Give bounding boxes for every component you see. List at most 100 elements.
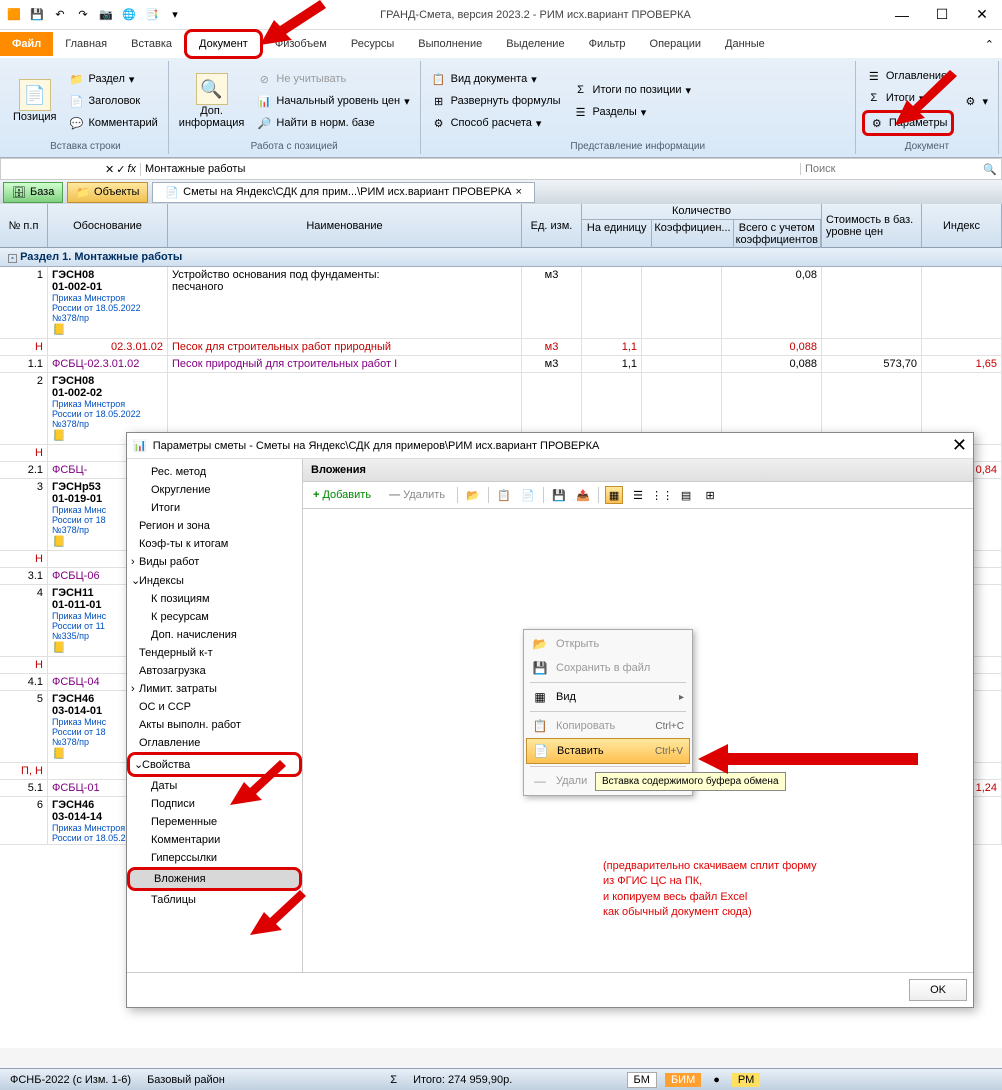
col-qty[interactable]: Количество На единицу Коэффициен... Всег… [582,204,822,247]
accept-formula-icon[interactable]: ✓ [116,163,125,176]
kommentariy-button[interactable]: 💬Комментарий [65,113,162,133]
db-icon[interactable]: 📑 [143,6,161,24]
col-basis[interactable]: Обоснование [48,204,168,247]
search-input[interactable] [805,163,983,175]
tab-document[interactable]: Документ [184,29,263,59]
sb-pm[interactable]: РМ [732,1073,760,1087]
tab-main[interactable]: Главная [53,32,119,56]
data-row[interactable]: 1 ГЭСН08 01-002-01Приказ Минстроя России… [0,267,1002,339]
dialog-tree[interactable]: Рес. метод Округление Итоги Регион и зон… [127,459,303,972]
data-row[interactable]: 1.1 ФСБЦ-02.3.01.02 Песок природный для … [0,356,1002,373]
tree-tablicy[interactable]: Таблицы [127,891,302,909]
view-small-icon[interactable]: ⋮⋮ [653,486,671,504]
ok-button[interactable]: OK [909,979,967,1001]
sb-region[interactable]: Базовый район [143,1074,229,1086]
ribbon-collapse-icon[interactable]: ⌃ [977,38,1002,51]
data-row[interactable]: Н 02.3.01.02 Песок для строительных рабо… [0,339,1002,356]
col-num[interactable]: № п.п [0,204,48,247]
tree-os-ssr[interactable]: ОС и ССР [127,698,302,716]
tree-itogi[interactable]: Итоги [127,499,302,517]
grand-logo-icon[interactable]: 🟧 [5,6,23,24]
qat-dropdown-icon[interactable]: ▾ [166,6,184,24]
save-icon[interactable]: 💾 [28,6,46,24]
delete-button[interactable]: — Удалить [383,487,451,503]
tree-koef[interactable]: Коэф-ты к итогам [127,535,302,553]
view-detail-icon[interactable]: ▤ [677,486,695,504]
tree-limit[interactable]: Лимит. затраты [127,680,302,698]
itogi-button[interactable]: ΣИтоги ▾ [862,88,955,108]
copy-icon[interactable]: 📋 [495,486,513,504]
tree-okruglenie[interactable]: Округление [127,481,302,499]
tab-operations[interactable]: Операции [638,32,713,56]
nach-uroven-button[interactable]: 📊Начальный уровень цен ▾ [252,91,413,111]
tab-data[interactable]: Данные [713,32,777,56]
tree-dop-nach[interactable]: Доп. начисления [127,626,302,644]
attachments-area[interactable]: 📂Открыть 💾Сохранить в файл ▦Вид▸ 📋Копиро… [303,509,973,972]
tree-giperssylki[interactable]: Гиперссылки [127,849,302,867]
razdel-button[interactable]: 📁Раздел ▾ [65,69,162,89]
sb-bm[interactable]: БМ [627,1072,657,1088]
tree-region[interactable]: Регион и зона [127,517,302,535]
ctx-copy[interactable]: 📋КопироватьCtrl+C [526,714,690,738]
minimize-button[interactable]: — [887,5,917,25]
tab-baza[interactable]: 🗄База [3,182,63,203]
tab-fizobem[interactable]: Физобъем [263,32,339,56]
view-large-icon[interactable]: ▦ [605,486,623,504]
tab-file[interactable]: Файл [0,32,53,56]
vid-dokumenta-button[interactable]: 📋Вид документа ▾ [427,69,565,89]
tree-k-poziciam[interactable]: К позициям [127,590,302,608]
parametry-button[interactable]: ⚙Параметры [862,110,955,136]
tree-vlozheniya[interactable]: Вложения [127,867,302,891]
cancel-formula-icon[interactable]: ✕ [105,163,114,176]
tab-selection[interactable]: Выделение [494,32,576,56]
tab-close-icon[interactable]: × [516,186,522,198]
tree-podpisi[interactable]: Подписи [127,795,302,813]
undo-icon[interactable]: ↶ [51,6,69,24]
tree-peremennye[interactable]: Переменные [127,813,302,831]
tree-vidy-rabot[interactable]: Виды работ [127,553,302,571]
zagolovok-button[interactable]: 📄Заголовок [65,91,162,111]
razdely-button[interactable]: ☰Разделы ▾ [569,102,696,122]
col-unit[interactable]: Ед. изм. [522,204,582,247]
razvernut-button[interactable]: ⊞Развернуть формулы [427,91,565,111]
tree-daty[interactable]: Даты [127,777,302,795]
tree-oglavlenie[interactable]: Оглавление [127,734,302,752]
ctx-save[interactable]: 💾Сохранить в файл [526,656,690,680]
tree-indeksy[interactable]: Индексы [127,571,302,590]
dialog-close-button[interactable]: ✕ [952,435,967,456]
globe-icon[interactable]: 🌐 [120,6,138,24]
collapse-icon[interactable]: - [8,254,17,263]
camera-icon[interactable]: 📷 [97,6,115,24]
section-row[interactable]: - Раздел 1. Монтажные работы [0,248,1002,267]
paste-icon[interactable]: 📄 [519,486,537,504]
sb-bim[interactable]: БИМ [665,1073,701,1087]
tree-kommentarii[interactable]: Комментарии [127,831,302,849]
tab-insert[interactable]: Вставка [119,32,184,56]
tree-autoload[interactable]: Автозагрузка [127,662,302,680]
oglavlenie-button[interactable]: ☰Оглавление [862,66,955,86]
tree-svoistva[interactable]: Свойства [127,752,302,777]
export-icon[interactable]: 📤 [574,486,592,504]
fx-icon[interactable]: fx [127,163,136,176]
tree-akty[interactable]: Акты выполн. работ [127,716,302,734]
col-name[interactable]: Наименование [168,204,522,247]
add-button[interactable]: + Добавить [307,487,377,503]
view-tile-icon[interactable]: ⊞ [701,486,719,504]
col-cost[interactable]: Стоимость в баз. уровне цен [822,204,922,247]
maximize-button[interactable]: ☐ [927,5,957,25]
tree-tender[interactable]: Тендерный к-т [127,644,302,662]
tab-objekty[interactable]: 📁Объекты [67,182,148,203]
tab-document-file[interactable]: 📄Сметы на Яндекс\СДК для прим...\РИМ исх… [152,182,535,203]
naiti-norm-button[interactable]: 🔎Найти в норм. базе [252,113,413,133]
dialog-titlebar[interactable]: 📊 Параметры сметы - Сметы на Яндекс\СДК … [127,433,973,459]
ctx-view[interactable]: ▦Вид▸ [526,685,690,709]
position-button[interactable]: 📄 Позиция [9,63,61,139]
tab-filter[interactable]: Фильтр [577,32,638,56]
dop-info-button[interactable]: 🔍 Доп. информация [175,63,249,139]
tree-res-metod[interactable]: Рес. метод [127,463,302,481]
tab-execution[interactable]: Выполнение [406,32,494,56]
extra-dd-button[interactable]: ⚙▾ [958,91,992,111]
search-go-icon[interactable]: 🔍 [983,163,997,176]
ctx-paste[interactable]: 📄ВставитьCtrl+V [526,738,690,764]
formula-input[interactable]: Монтажные работы [141,163,801,175]
